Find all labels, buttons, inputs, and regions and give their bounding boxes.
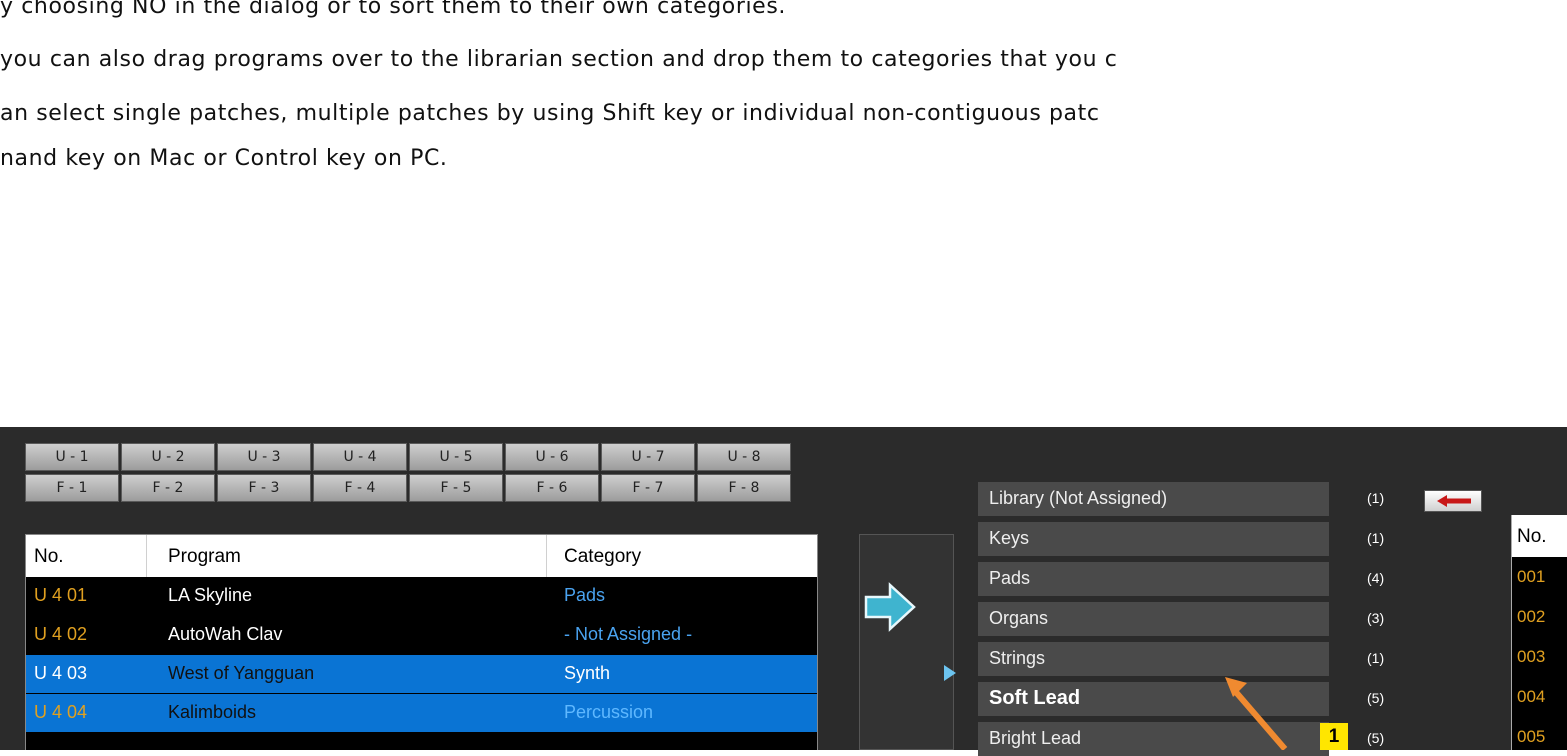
doc-line-3: an select single patches, multiple patch… [0,101,1100,126]
bank-button-u2[interactable]: U - 2 [121,443,215,471]
library-table: No. 001 002 003 004 005 [1511,515,1567,750]
program-name: West of Yangguan [168,663,315,683]
program-category: Pads [564,585,606,605]
play-triangle-icon [944,665,956,681]
category-pads[interactable]: Pads [978,562,1329,596]
program-name: AutoWah Clav [168,624,283,644]
transfer-panel [859,534,954,750]
column-header-program[interactable]: Program [168,546,241,568]
library-row[interactable]: 005 [1517,727,1545,747]
bank-button-f2[interactable]: F - 2 [121,474,215,502]
library-row[interactable]: 002 [1517,607,1545,627]
bank-button-f4[interactable]: F - 4 [313,474,407,502]
bank-button-f3[interactable]: F - 3 [217,474,311,502]
category-count: (3) [1367,610,1385,626]
category-library[interactable]: Library (Not Assigned) [978,482,1329,516]
category-count: (5) [1367,690,1385,706]
program-number: U 4 04 [34,702,88,722]
category-organs[interactable]: Organs [978,602,1329,636]
program-number: U 4 01 [34,585,88,605]
bank-button-u6[interactable]: U - 6 [505,443,599,471]
category-count: (5) [1367,730,1385,746]
left-arrow-icon [1437,495,1471,507]
annotation-arrow [1225,677,1288,750]
bank-button-u4[interactable]: U - 4 [313,443,407,471]
program-table-header: No. Program Category [26,535,817,577]
category-keys[interactable]: Keys [978,522,1329,556]
program-table: No. Program Category U 4 01 LA Skyline P… [25,534,818,750]
column-header-no[interactable]: No. [1517,526,1547,548]
bank-button-f7[interactable]: F - 7 [601,474,695,502]
category-count: (1) [1367,650,1385,666]
program-category: Synth [564,663,611,683]
bank-button-u8[interactable]: U - 8 [697,443,791,471]
program-name: LA Skyline [168,585,253,605]
table-row-selected[interactable]: U 4 03 West of Yangguan Synth [26,655,817,693]
program-name: Kalimboids [168,702,257,722]
doc-line-4: nand key on Mac or Control key on PC. [0,146,448,171]
bank-button-u7[interactable]: U - 7 [601,443,695,471]
bank-button-u1[interactable]: U - 1 [25,443,119,471]
right-arrow-icon[interactable] [864,581,916,633]
library-row[interactable]: 001 [1517,567,1545,587]
program-number: U 4 02 [34,624,88,644]
bank-button-f1[interactable]: F - 1 [25,474,119,502]
library-row[interactable]: 004 [1517,687,1545,707]
category-count: (1) [1367,530,1385,546]
bank-button-u3[interactable]: U - 3 [217,443,311,471]
program-number: U 4 03 [34,663,88,683]
bank-button-f8[interactable]: F - 8 [697,474,791,502]
table-row[interactable]: U 4 02 AutoWah Clav - Not Assigned - [26,616,817,654]
library-row[interactable]: 003 [1517,647,1545,667]
bank-button-u5[interactable]: U - 5 [409,443,503,471]
program-category: - Not Assigned - [564,624,693,644]
category-count: (1) [1367,490,1385,506]
program-category: Percussion [564,702,654,722]
bank-button-f6[interactable]: F - 6 [505,474,599,502]
column-header-category[interactable]: Category [564,546,641,568]
column-header-no[interactable]: No. [34,546,64,568]
library-table-header: No. [1512,515,1567,557]
category-count: (4) [1367,570,1385,586]
doc-line-2: you can also drag programs over to the l… [0,47,1118,72]
bank-button-f5[interactable]: F - 5 [409,474,503,502]
table-row[interactable]: U 4 01 LA Skyline Pads [26,577,817,615]
doc-line-1: y choosing NO in the dialog or to sort t… [0,0,786,19]
step-badge: 1 [1320,723,1348,750]
back-button[interactable] [1424,490,1482,512]
table-row-selected[interactable]: U 4 04 Kalimboids Percussion [26,694,817,732]
librarian-window: U - 1 U - 2 U - 3 U - 4 U - 5 U - 6 U - … [0,427,1567,756]
